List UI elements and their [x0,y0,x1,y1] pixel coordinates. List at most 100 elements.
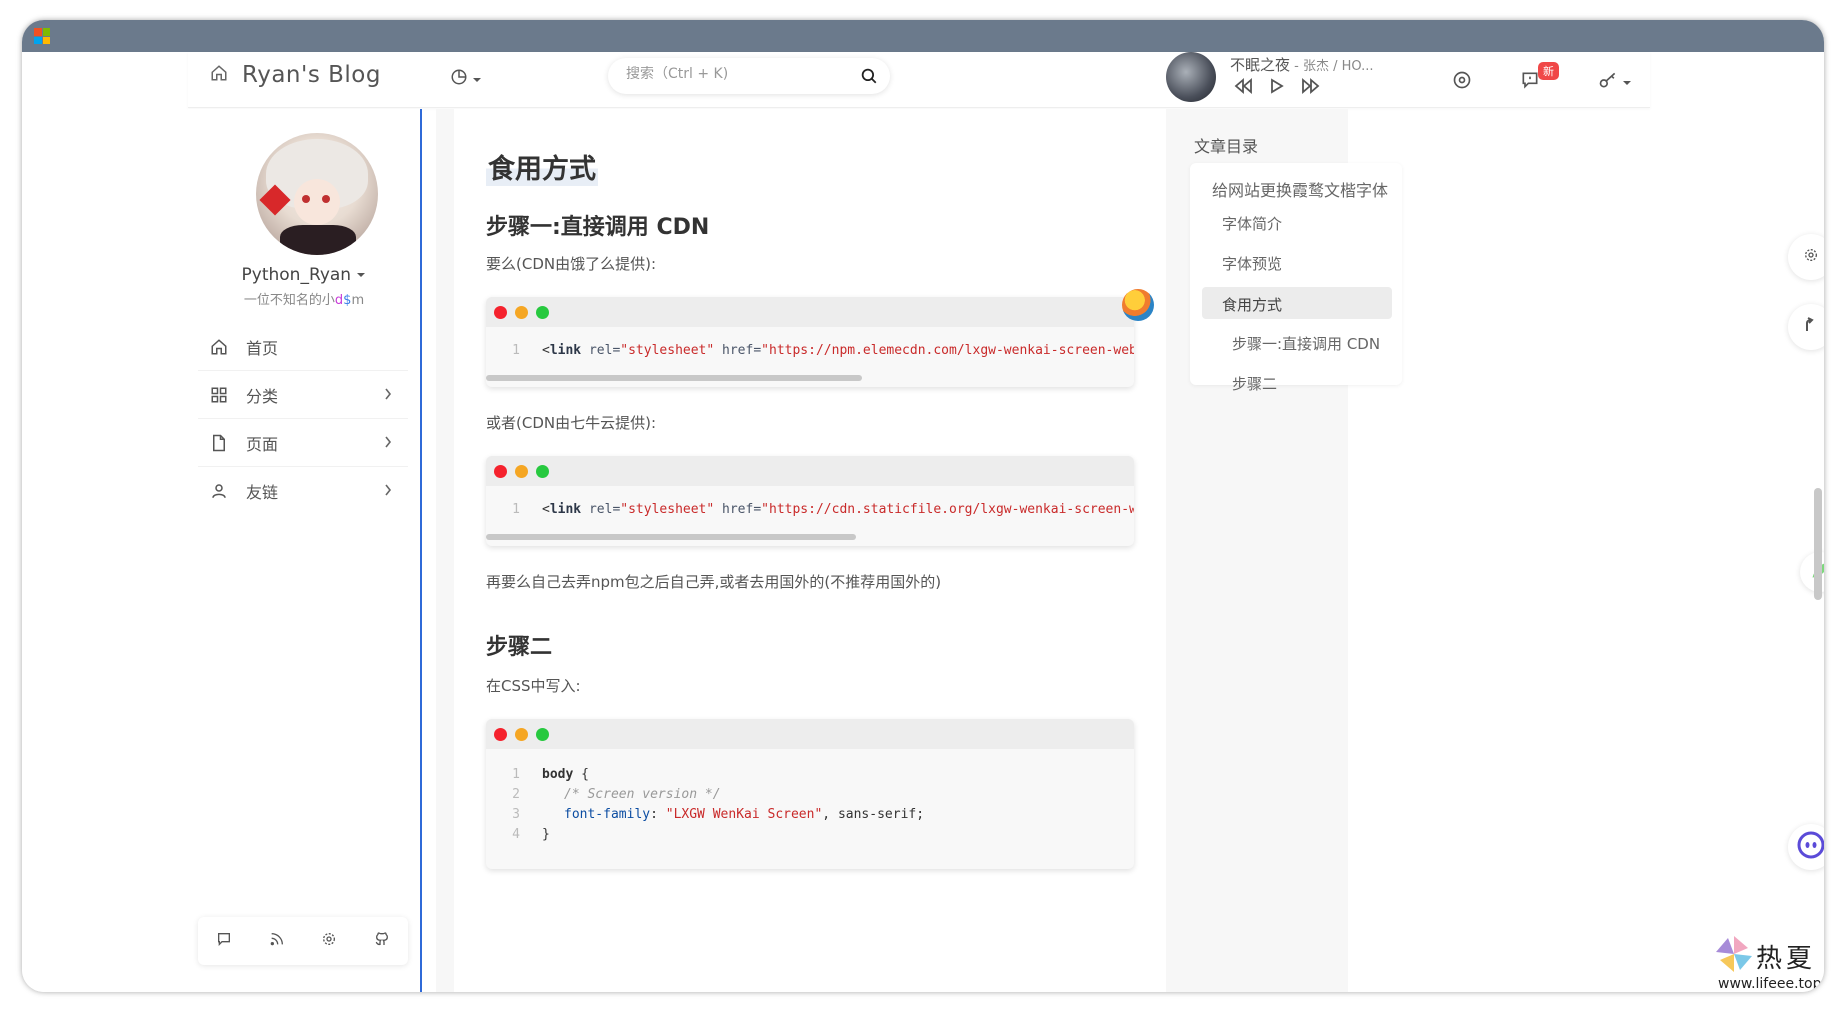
motto-prefix: 一位不知名的小 [243,293,335,308]
code-line: 1 <link rel="stylesheet" href="https://n… [486,341,1134,361]
code-block-1: 1 <link rel="stylesheet" href="https://n… [486,297,1134,387]
step2-heading: 步骤二 [486,635,553,660]
site-header: Ryan's Blog 不眠之夜 - 张杰 / HO... [188,52,1650,108]
green-dot [536,465,549,478]
fast-forward-icon[interactable] [1302,78,1320,98]
search-input[interactable] [626,66,846,82]
track-title: 不眠之夜 [1230,56,1291,74]
toc-item-active[interactable]: 食用方式 [1222,294,1282,315]
code-scrollbar[interactable] [486,534,1134,542]
messages-button[interactable]: 新 [1520,62,1559,94]
red-dot [494,306,507,319]
step1-heading: 步骤一:直接调用 CDN [486,215,710,240]
music-player: 不眠之夜 - 张杰 / HO... [1166,52,1406,102]
toc-item[interactable]: 字体预览 [1222,253,1282,274]
code-scroll-thumb[interactable] [486,534,856,540]
target-icon [1452,70,1472,94]
paragraph-eleme: 要么(CDN由饿了么提供): [486,255,657,273]
code-line: 4 } [512,827,550,842]
motto-d: d [334,293,344,308]
yellow-dot [515,306,528,319]
sidebar-item-links[interactable]: 友链 [198,467,408,515]
code-line: 1 <link rel="stylesheet" href="https://c… [486,500,1134,520]
profile-name[interactable]: Python_Ryan [188,265,420,285]
toc-title: 文章目录 [1194,137,1259,156]
pinwheel-logo-icon [1714,934,1756,978]
red-dot [494,465,507,478]
music-toggle-button[interactable] [1452,70,1472,94]
settings-float-button[interactable] [1788,234,1824,280]
windows-logo-icon [34,28,50,44]
code-toolbar [486,456,1134,486]
window-titlebar [22,20,1824,52]
paragraph-css: 在CSS中写入: [486,677,581,695]
chat-icon[interactable] [216,931,232,951]
rewind-icon[interactable] [1234,78,1252,98]
chevron-right-icon [384,481,392,500]
album-cover[interactable] [1166,52,1216,102]
sidebar-tools [198,917,408,965]
profile-name-text: Python_Ryan [241,265,352,285]
code-toolbar [486,297,1134,327]
left-sidebar: Python_Ryan 一位不知名的小d$m 首页 分类 页面 友链 [188,109,422,992]
toc-item[interactable]: 步骤一:直接调用 CDN [1232,333,1380,354]
line-number: 1 [512,502,520,517]
red-dot [494,728,507,741]
chevron-down-icon [356,265,366,285]
code-scroll-thumb[interactable] [486,375,862,381]
chevron-down-icon [472,70,482,89]
sidebar-item-categories[interactable]: 分类 [198,371,408,419]
theme-toggle-button[interactable] [450,68,482,90]
site-brand[interactable]: Ryan's Blog [210,62,381,88]
section-heading-usage: 食用方式 [486,147,598,186]
chatbot-button[interactable] [1788,824,1824,870]
code-scrollbar[interactable] [486,375,1134,383]
watermark-text: 热夏 [1756,944,1817,974]
new-badge: 新 [1538,62,1559,80]
home-icon [210,64,228,86]
code-content[interactable]: 1 body { 2 /* Screen version */ 3 font-f… [486,749,1134,859]
robot-face-icon [1797,831,1824,863]
login-button[interactable] [1598,70,1632,94]
sidebar-item-label: 友链 [246,483,279,502]
chevron-right-icon [384,385,392,404]
toc-item[interactable]: 步骤二 [1232,373,1277,394]
toc-item[interactable]: 给网站更换霞鹜文楷字体 [1212,177,1388,201]
code-block-3: 1 body { 2 /* Screen version */ 3 font-f… [486,719,1134,869]
grid-icon [208,384,230,406]
code-content[interactable]: 1 <link rel="stylesheet" href="https://c… [486,486,1134,534]
avatar[interactable] [256,133,378,255]
code-line: 1 body { [512,767,589,782]
search-icon[interactable] [860,67,878,89]
watermark-url: www.lifeee.top [1718,976,1822,992]
line-number: 1 [512,343,520,358]
search-box[interactable] [608,58,890,94]
message-icon [1520,70,1540,94]
code-toolbar [486,719,1134,749]
code-content[interactable]: 1 <link rel="stylesheet" href="https://n… [486,327,1134,375]
code-line: 2 /* Screen version */ [512,787,721,802]
browser-window: Ryan's Blog 不眠之夜 - 张杰 / HO... [22,20,1824,992]
mascot-icon[interactable] [1122,289,1154,321]
sidebar-item-home[interactable]: 首页 [198,323,408,371]
gear-icon [1803,247,1819,267]
github-icon[interactable] [374,931,390,951]
settings-icon[interactable] [321,931,337,951]
profile-motto: 一位不知名的小d$m [188,289,420,308]
toc-item[interactable]: 字体简介 [1222,213,1282,234]
site-title: Ryan's Blog [242,62,381,88]
sidebar-menu: 首页 分类 页面 友链 [198,323,408,515]
back-to-top-button[interactable] [1788,304,1824,350]
user-icon [208,480,230,502]
track-info: 不眠之夜 - 张杰 / HO... [1230,54,1374,75]
toc-list: 给网站更换霞鹜文楷字体 字体简介 字体预览 食用方式 步骤一:直接调用 CDN … [1190,163,1402,393]
sidebar-item-label: 首页 [246,338,279,358]
sidebar-item-label: 分类 [246,386,279,406]
green-dot [536,306,549,319]
sidebar-item-pages[interactable]: 页面 [198,419,408,467]
play-icon[interactable] [1270,78,1284,98]
page-scrollbar[interactable] [1814,488,1822,600]
file-icon [208,432,230,454]
rss-icon[interactable] [269,931,285,951]
chevron-right-icon [384,433,392,452]
